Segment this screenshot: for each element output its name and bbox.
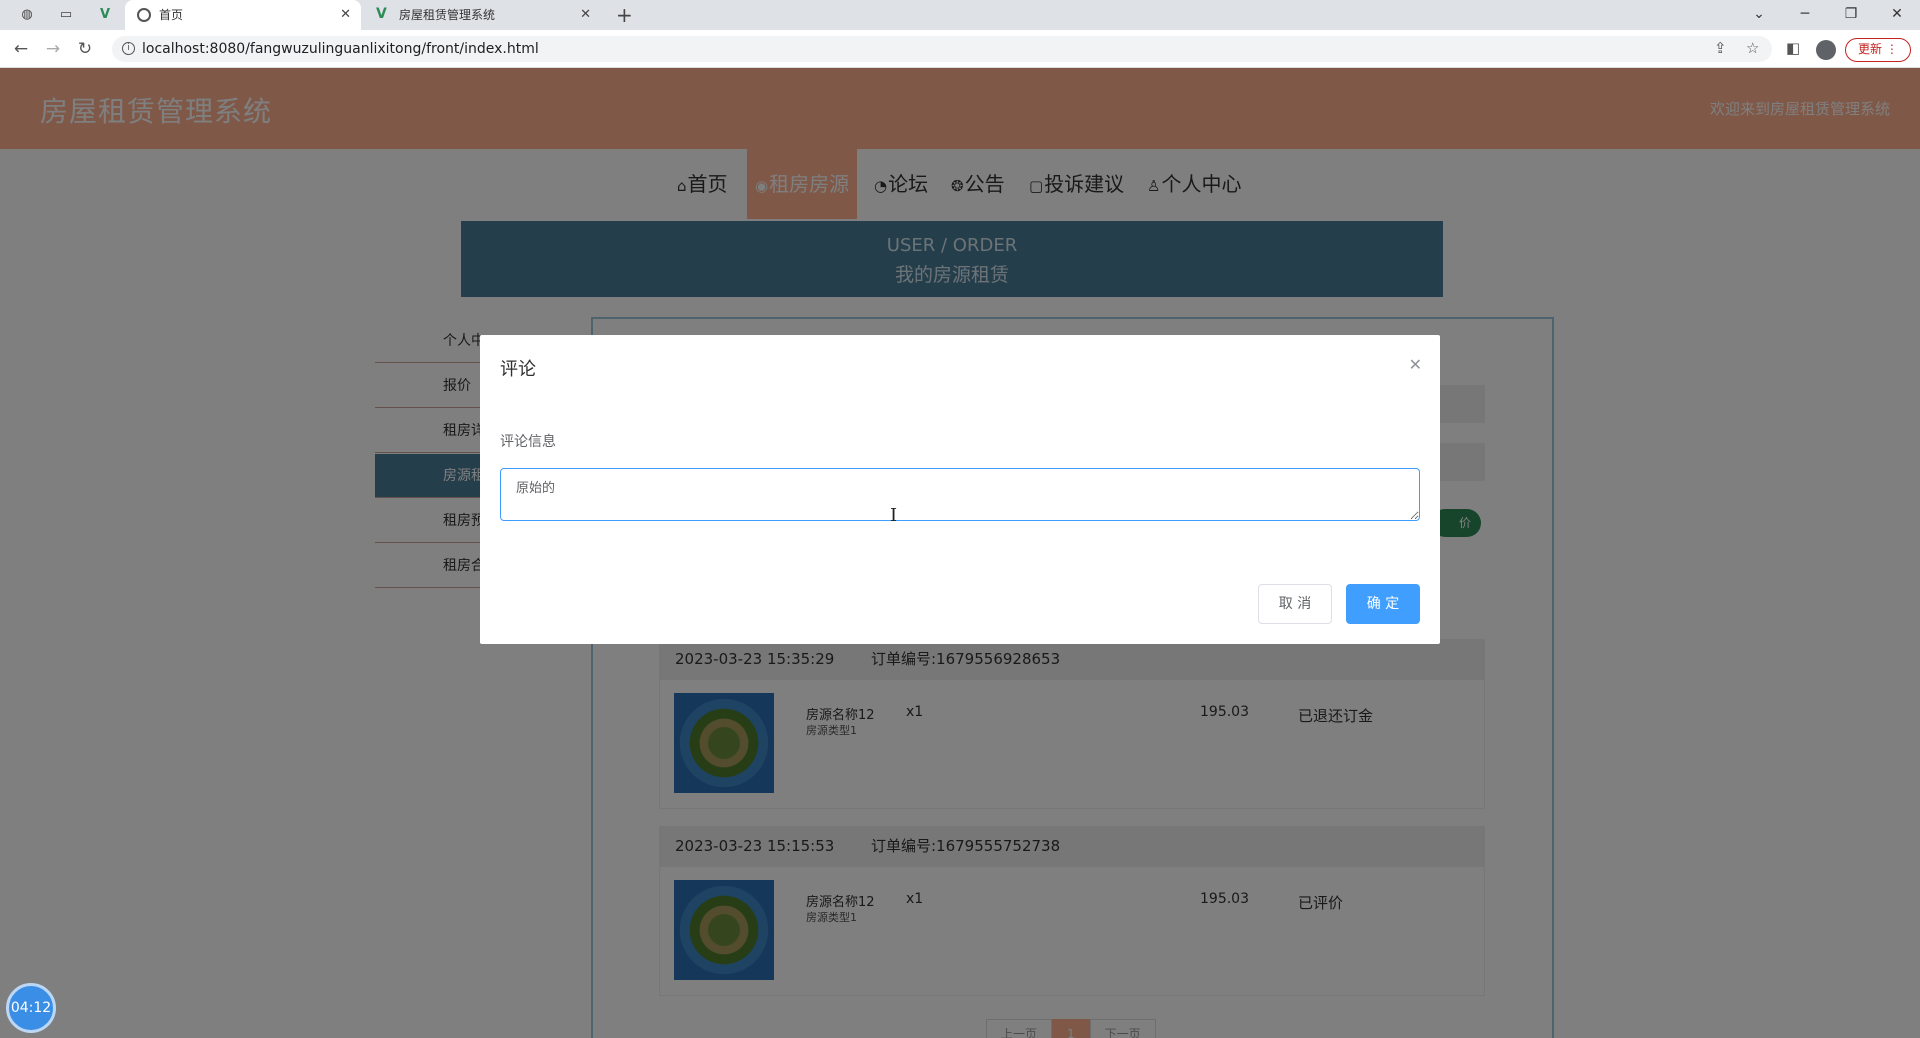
url-field[interactable]: i localhost:8080/fangwuzulinguanlixitong… xyxy=(112,36,1772,62)
browser-tab-bar: ◍ ▭ V 首页 ✕ V 房屋租赁管理系统 ✕ + ⌄ ─ ❐ ✕ xyxy=(0,0,1920,30)
update-label: 更新 xyxy=(1858,42,1883,56)
star-icon[interactable]: ☆ xyxy=(1746,39,1759,57)
cancel-button[interactable]: 取 消 xyxy=(1258,584,1332,624)
tab-label: 房屋租赁管理系统 xyxy=(399,8,496,22)
text-cursor-icon: I xyxy=(890,505,898,526)
restore-button[interactable]: ❐ xyxy=(1828,0,1874,30)
update-button[interactable]: 更新 ⋮ xyxy=(1845,38,1911,62)
comment-dialog: 评论 ✕ 评论信息 I 取 消 确 定 xyxy=(480,335,1440,644)
tab-system[interactable]: V 房屋租赁管理系统 ✕ xyxy=(365,0,601,30)
new-tab-button[interactable]: + xyxy=(616,0,633,30)
tab-home[interactable]: 首页 ✕ xyxy=(125,0,361,30)
globe-icon xyxy=(137,8,151,22)
close-icon[interactable]: ✕ xyxy=(580,0,591,30)
tab-label: 首页 xyxy=(159,8,184,22)
info-icon[interactable]: i xyxy=(122,42,135,55)
dialog-title: 评论 xyxy=(500,359,536,380)
tab-vue-icon[interactable]: V xyxy=(96,6,114,24)
chevron-down-icon[interactable]: ⌄ xyxy=(1736,0,1782,30)
tab-search-icon[interactable]: ◍ xyxy=(18,6,36,24)
vue-icon: V xyxy=(376,6,387,22)
comment-textarea[interactable] xyxy=(500,468,1420,521)
comment-field-label: 评论信息 xyxy=(500,434,556,450)
close-icon[interactable]: ✕ xyxy=(340,0,351,30)
reload-icon[interactable]: ↻ xyxy=(74,39,96,59)
forward-icon[interactable]: → xyxy=(42,39,64,59)
minimize-button[interactable]: ─ xyxy=(1782,0,1828,30)
address-bar: ← → ↻ i localhost:8080/fangwuzulinguanli… xyxy=(0,30,1920,68)
confirm-button[interactable]: 确 定 xyxy=(1346,584,1420,624)
recording-timer[interactable]: 04:12 xyxy=(6,983,56,1033)
window-close-button[interactable]: ✕ xyxy=(1874,0,1920,30)
tab-blank-icon[interactable]: ▭ xyxy=(57,6,75,24)
sidepanel-icon[interactable]: ◧ xyxy=(1786,39,1800,57)
back-icon[interactable]: ← xyxy=(10,39,32,59)
close-icon[interactable]: ✕ xyxy=(1409,355,1422,374)
profile-avatar-icon[interactable] xyxy=(1816,40,1836,60)
url-text: localhost:8080/fangwuzulinguanlixitong/f… xyxy=(142,41,539,57)
share-icon[interactable]: ⇪ xyxy=(1714,39,1727,57)
